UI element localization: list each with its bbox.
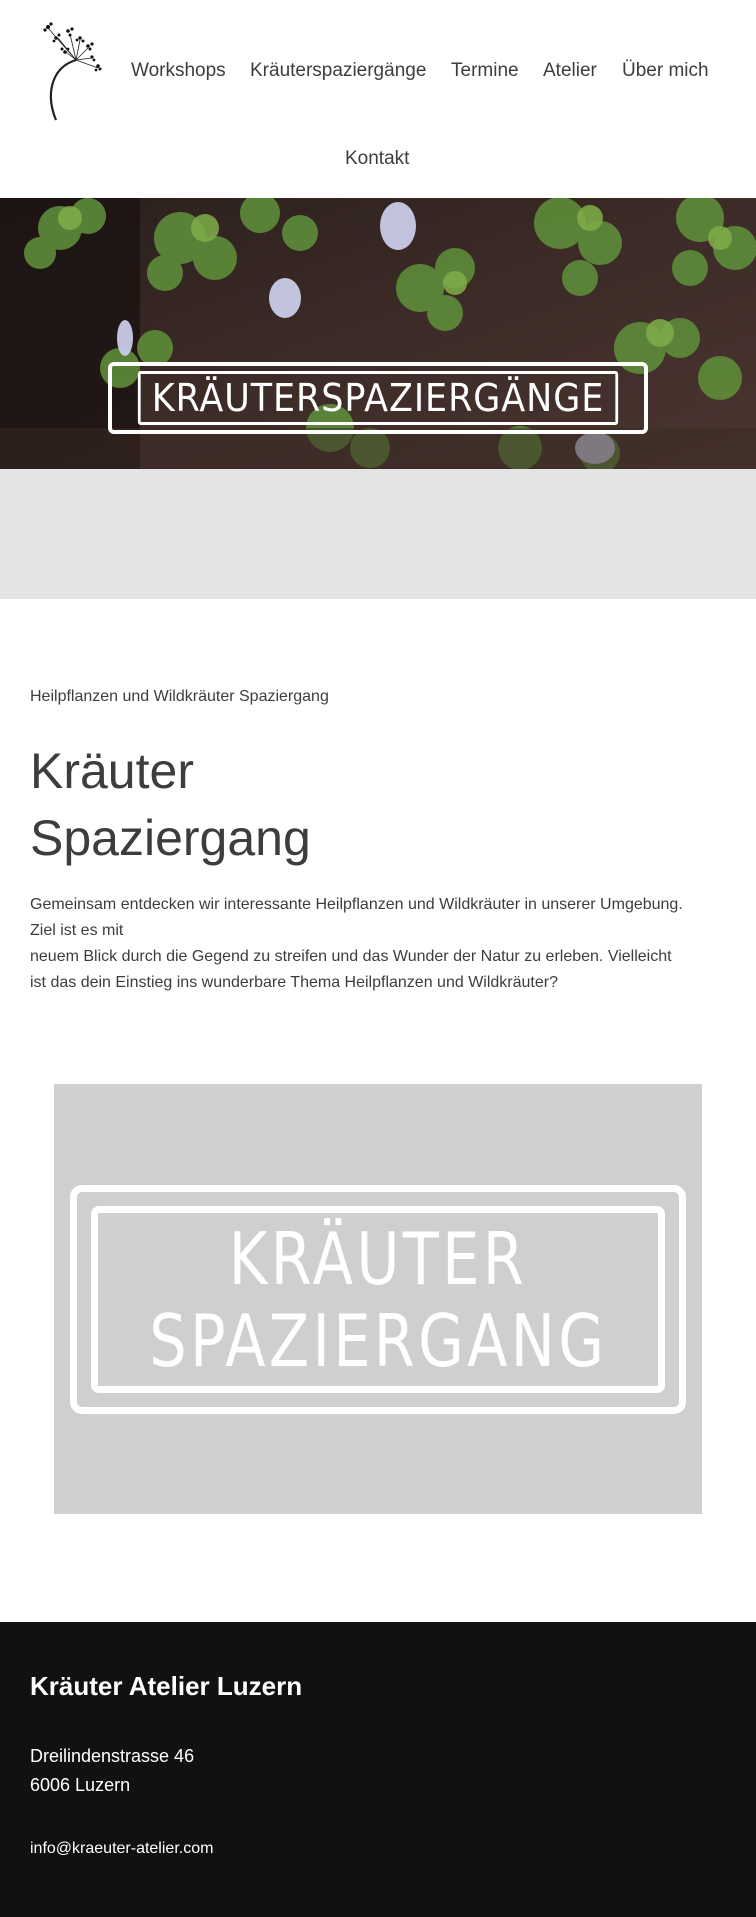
site-footer: Kräuter Atelier Luzern Dreilindenstrasse…	[0, 1622, 756, 1917]
grey-spacer-band	[0, 469, 756, 599]
nav-ueber-mich[interactable]: Über mich	[622, 60, 709, 82]
nav-workshops[interactable]: Workshops	[131, 60, 226, 82]
footer-city: 6006 Luzern	[30, 1775, 131, 1795]
site-header: Workshops Kräuterspaziergänge Termine At…	[0, 0, 756, 198]
page-title-line-1: Kräuter	[30, 743, 194, 799]
footer-street: Dreilindenstrasse 46	[30, 1746, 195, 1766]
feature-frame: KRÄUTER SPAZIERGANG	[70, 1185, 686, 1414]
page-title: Kräuter Spaziergang	[30, 738, 530, 872]
feature-title-line-2: SPAZIERGANG	[148, 1298, 607, 1383]
intro-line-4: ist das dein Einstieg ins wunderbare The…	[30, 974, 558, 991]
page-title-line-2: Spaziergang	[30, 810, 311, 866]
feature-image: KRÄUTER SPAZIERGANG	[54, 1084, 702, 1514]
feature-frame-inner: KRÄUTER SPAZIERGANG	[91, 1206, 665, 1393]
feature-title-line-1: KRÄUTER	[228, 1216, 528, 1301]
intro-paragraph: Gemeinsam entdecken wir interessante Hei…	[30, 892, 730, 996]
hero-title-text: KRÄUTERSPAZIERGÄNGE	[137, 371, 619, 425]
nav-atelier[interactable]: Atelier	[543, 60, 597, 82]
hero-title-banner: KRÄUTERSPAZIERGÄNGE	[108, 362, 648, 434]
nav-kontakt[interactable]: Kontakt	[345, 148, 409, 170]
intro-line-1: Gemeinsam entdecken wir interessante Hei…	[30, 896, 683, 913]
intro-line-3: neuem Blick durch die Gegend zu streifen…	[30, 948, 672, 965]
section-eyebrow: Heilpflanzen und Wildkräuter Spaziergang	[30, 688, 329, 705]
site-logo[interactable]	[40, 18, 112, 124]
footer-title: Kräuter Atelier Luzern	[30, 1671, 303, 1701]
footer-email-link[interactable]: info@kraeuter-atelier.com	[30, 1840, 213, 1858]
intro-line-2: Ziel ist es mit	[30, 922, 124, 939]
footer-address: Dreilindenstrasse 46 6006 Luzern	[30, 1742, 194, 1800]
nav-kraeuterspaziergaenge[interactable]: Kräuterspaziergänge	[250, 60, 426, 82]
dandelion-stem-logo-icon	[43, 22, 102, 121]
nav-termine[interactable]: Termine	[451, 60, 519, 82]
